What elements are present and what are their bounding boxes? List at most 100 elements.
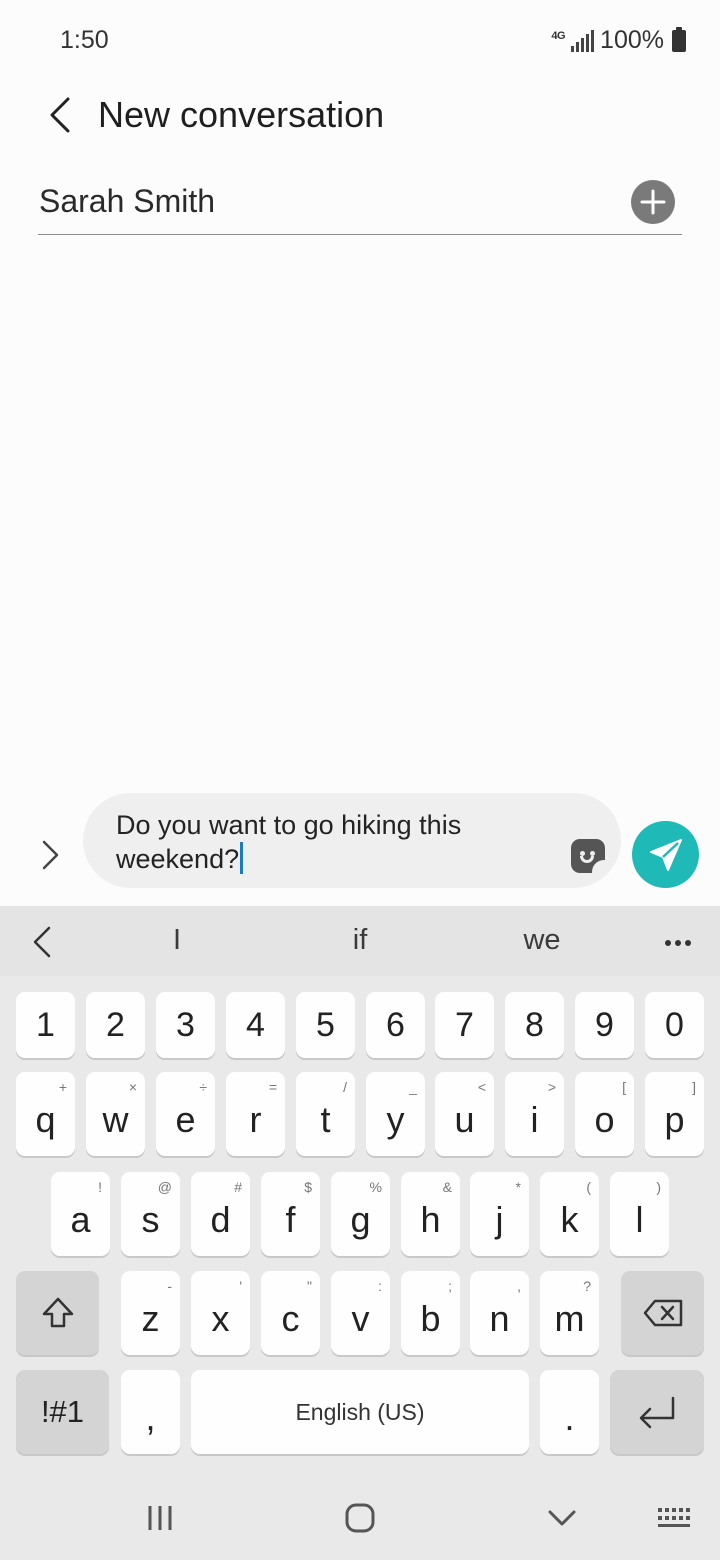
expand-options-button[interactable] <box>30 835 70 875</box>
key-label: h <box>420 1199 441 1240</box>
toolbar-collapse-button[interactable] <box>22 920 62 964</box>
key-label: t <box>320 1099 331 1140</box>
enter-key[interactable] <box>610 1370 704 1454</box>
key-r[interactable]: = r <box>226 1072 285 1156</box>
key-2[interactable]: 2 <box>86 992 145 1058</box>
key-label: i <box>530 1099 539 1140</box>
key-e[interactable]: ÷ e <box>156 1072 215 1156</box>
comma-key[interactable]: , <box>121 1370 180 1454</box>
key-label: 1 <box>36 1005 55 1044</box>
key-t[interactable]: / t <box>296 1072 355 1156</box>
key-9[interactable]: 9 <box>575 992 634 1058</box>
key-label: o <box>594 1099 615 1140</box>
key-4[interactable]: 4 <box>226 992 285 1058</box>
key-1[interactable]: 1 <box>16 992 75 1058</box>
key-hint: ( <box>586 1179 591 1195</box>
key-3[interactable]: 3 <box>156 992 215 1058</box>
key-v[interactable]: :v <box>331 1271 390 1355</box>
key-label: . <box>564 1397 575 1438</box>
key-7[interactable]: 7 <box>435 992 494 1058</box>
key-g[interactable]: % g <box>331 1172 390 1256</box>
key-z[interactable]: -z <box>121 1271 180 1355</box>
key-d[interactable]: # d <box>191 1172 250 1256</box>
suggestion-3[interactable]: we <box>482 924 602 957</box>
key-label: , <box>145 1397 156 1438</box>
enter-icon <box>639 1396 675 1429</box>
key-hint: ; <box>448 1278 452 1294</box>
key-8[interactable]: 8 <box>505 992 564 1058</box>
key-label: q <box>35 1099 56 1140</box>
key-q[interactable]: + q <box>16 1072 75 1156</box>
key-hint: ! <box>98 1179 102 1195</box>
key-label: 0 <box>665 1005 684 1044</box>
key-0[interactable]: 0 <box>645 992 704 1058</box>
message-text[interactable]: Do you want to go hiking this weekend? <box>116 809 556 876</box>
key-j[interactable]: * j <box>470 1172 529 1256</box>
period-key[interactable]: . <box>540 1370 599 1454</box>
space-key[interactable]: English (US) <box>191 1370 529 1454</box>
key-label: w <box>102 1099 129 1140</box>
send-icon <box>649 838 682 871</box>
key-m[interactable]: ? m <box>540 1271 599 1355</box>
key-hint: < <box>477 1079 486 1095</box>
key-h[interactable]: & h <box>401 1172 460 1256</box>
key-w[interactable]: × w <box>86 1072 145 1156</box>
more-options-button[interactable] <box>660 928 696 958</box>
backspace-key[interactable] <box>621 1271 704 1355</box>
key-f[interactable]: $ f <box>261 1172 320 1256</box>
suggestion-1[interactable]: I <box>117 924 237 957</box>
home-button[interactable] <box>338 1500 382 1536</box>
recipient-divider <box>38 234 682 235</box>
key-c[interactable]: " c <box>261 1271 320 1355</box>
keyboard-switch-button[interactable] <box>652 1500 696 1536</box>
send-button[interactable] <box>632 821 699 888</box>
add-recipient-button[interactable] <box>631 180 675 224</box>
suggestion-2[interactable]: if <box>300 924 420 957</box>
key-a[interactable]: ! a <box>51 1172 110 1256</box>
status-icons: 4G 100% <box>551 26 686 55</box>
key-i[interactable]: > i <box>505 1072 564 1156</box>
recipient-field[interactable]: Sarah Smith <box>39 183 215 220</box>
key-label: m <box>554 1298 585 1339</box>
key-label: b <box>420 1298 441 1339</box>
key-label: 8 <box>525 1005 544 1044</box>
key-label: !#1 <box>40 1394 85 1429</box>
shift-key[interactable] <box>16 1271 99 1355</box>
key-hint: & <box>442 1179 452 1195</box>
chevron-left-icon <box>33 926 51 958</box>
keyboard-switch-icon <box>658 1508 690 1527</box>
key-x[interactable]: ' x <box>191 1271 250 1355</box>
plus-icon <box>640 189 666 215</box>
key-hint: ? <box>583 1278 591 1294</box>
key-s[interactable]: @ s <box>121 1172 180 1256</box>
key-hint: / <box>343 1079 347 1095</box>
key-hint: * <box>515 1179 521 1195</box>
key-b[interactable]: ; b <box>401 1271 460 1355</box>
key-label: 3 <box>176 1005 195 1044</box>
key-hint: " <box>307 1278 312 1294</box>
key-y[interactable]: _ y <box>366 1072 425 1156</box>
key-label: a <box>70 1199 91 1240</box>
battery-icon <box>672 26 686 52</box>
key-l[interactable]: ) l <box>610 1172 669 1256</box>
key-label: d <box>210 1199 231 1240</box>
key-label: l <box>635 1199 644 1240</box>
key-label: v <box>351 1298 370 1339</box>
key-5[interactable]: 5 <box>296 992 355 1058</box>
key-u[interactable]: < u <box>435 1072 494 1156</box>
key-label: z <box>141 1298 160 1339</box>
key-n[interactable]: ,n <box>470 1271 529 1355</box>
sticker-icon[interactable] <box>571 839 607 875</box>
key-k[interactable]: (k <box>540 1172 599 1256</box>
recent-apps-button[interactable] <box>138 1500 182 1536</box>
key-o[interactable]: [o <box>575 1072 634 1156</box>
key-label: 4 <box>246 1005 265 1044</box>
key-p[interactable]: ] p <box>645 1072 704 1156</box>
back-button[interactable] <box>38 90 82 140</box>
key-hint: ' <box>239 1278 242 1294</box>
hide-keyboard-button[interactable] <box>540 1500 584 1536</box>
symbols-key[interactable]: !#1 <box>16 1370 109 1454</box>
key-6[interactable]: 6 <box>366 992 425 1058</box>
sticker-mouth <box>580 856 594 863</box>
message-line-1: Do you want to go hiking this <box>116 810 462 840</box>
